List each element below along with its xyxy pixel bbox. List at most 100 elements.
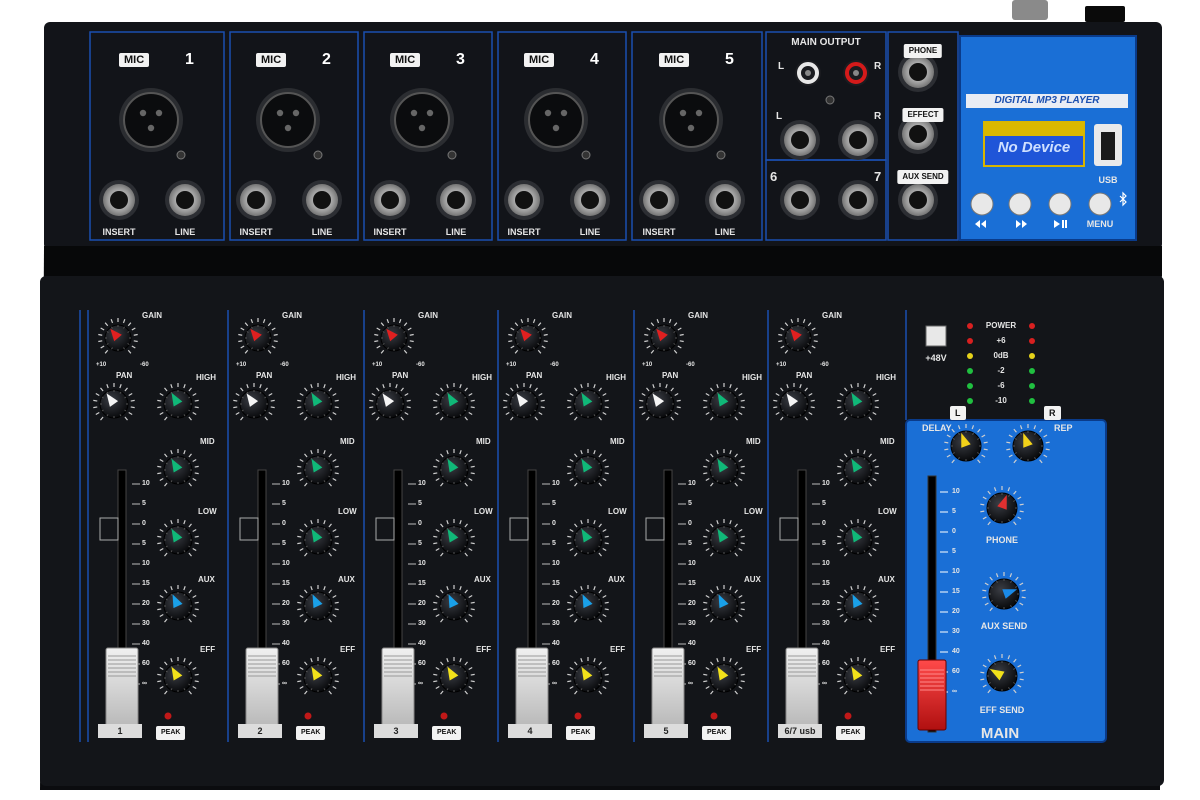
play-pause-button[interactable] (1048, 192, 1072, 216)
main-fader-scale-label: 10 (952, 488, 960, 495)
main-fader-scale-label: ∞ (952, 688, 957, 695)
high-label: HIGH (742, 373, 762, 382)
mid-label: MID (200, 437, 215, 446)
channel-fader[interactable] (245, 647, 279, 729)
fader-scale-label: 15 (418, 580, 426, 587)
main-fader-scale-label: 15 (952, 588, 960, 595)
aux_send-jack[interactable] (898, 180, 938, 220)
insert-label: INSERT (507, 227, 541, 237)
fader-scale-label: 20 (282, 600, 290, 607)
mp3-player-title: DIGITAL MP3 PLAYER (994, 95, 1100, 106)
fader-scale-label: 5 (418, 540, 422, 547)
high-label: HIGH (196, 373, 216, 382)
low-label: LOW (744, 507, 763, 516)
main-fader-scale-label: 5 (952, 548, 956, 555)
level-led (1029, 368, 1035, 374)
channel-fader[interactable] (785, 647, 819, 729)
low-label: LOW (198, 507, 217, 516)
peak-led (304, 712, 312, 720)
insert-jack[interactable] (236, 180, 276, 220)
main-output-jack[interactable] (838, 120, 878, 160)
prev-button[interactable] (970, 192, 994, 216)
aux-label: AUX (474, 575, 491, 584)
fader-scale-label: 5 (142, 540, 146, 547)
rca-left-jack[interactable] (795, 60, 821, 86)
insert-jack[interactable] (99, 180, 139, 220)
delay-label: DELAY (922, 423, 952, 433)
aux-label: AUX (338, 575, 355, 584)
rca-right-jack[interactable] (843, 60, 869, 86)
insert-jack[interactable] (504, 180, 544, 220)
line-label: LINE (174, 227, 196, 237)
fader-scale-label: 10 (282, 480, 290, 487)
phone-volume-label: PHONE (985, 535, 1019, 545)
channel-fader[interactable] (105, 647, 139, 729)
main-output-jack[interactable] (780, 120, 820, 160)
fader-scale-label: 5 (822, 500, 826, 507)
line-jack[interactable] (570, 180, 610, 220)
phone-jack[interactable] (898, 52, 938, 92)
gain-max-label: -60 (686, 362, 695, 368)
fader-channel-label: 6/7 usb (784, 726, 816, 736)
fader-scale-label: 5 (552, 500, 556, 507)
fader-scale-label: 0 (822, 520, 826, 527)
menu-button[interactable] (1088, 192, 1112, 216)
level-led (967, 398, 973, 404)
fader-scale-label: 5 (822, 540, 826, 547)
channel-fader[interactable] (515, 647, 549, 729)
mid-label: MID (340, 437, 355, 446)
level-led (967, 338, 973, 344)
fader-scale-label: 40 (688, 640, 696, 647)
gain-max-label: -60 (280, 362, 289, 368)
fader-scale-label: 5 (552, 540, 556, 547)
mid-label: MID (880, 437, 895, 446)
fader-scale-label: 15 (282, 580, 290, 587)
level-led (967, 383, 973, 389)
peak-label: PEAK (296, 726, 326, 740)
meter-label: -10 (995, 396, 1007, 405)
fader-scale-label: 30 (552, 620, 560, 627)
line-jack[interactable] (302, 180, 342, 220)
level-led (967, 323, 973, 329)
line-jack[interactable] (165, 180, 205, 220)
insert-jack[interactable] (370, 180, 410, 220)
line-jack[interactable] (436, 180, 476, 220)
pan-label: PAN (526, 371, 543, 380)
phantom-power-switch[interactable] (925, 325, 947, 347)
fader-scale-label: 20 (822, 600, 830, 607)
fader-scale-label: 40 (552, 640, 560, 647)
eff-label: EFF (476, 645, 492, 654)
gain-min-label: +10 (506, 362, 517, 368)
fader-scale-label: 20 (142, 600, 150, 607)
aux-send-label: AUX SEND (897, 170, 949, 184)
audio-mixer: MIC 1 INSERT LINE MIC 2 INSERT LINE MIC 3 INSERT LI… (0, 0, 1200, 800)
line-input-jack[interactable] (838, 180, 878, 220)
main-fader-scale-label: 5 (952, 508, 956, 515)
insert-jack[interactable] (639, 180, 679, 220)
main-fader-scale-label: 20 (952, 608, 960, 615)
fader-scale-label: 0 (142, 520, 146, 527)
line-input-jack[interactable] (780, 180, 820, 220)
fader-scale-label: 40 (282, 640, 290, 647)
channel-number: 4 (590, 51, 599, 68)
gain-min-label: +10 (236, 362, 247, 368)
channel-fader[interactable] (651, 647, 685, 729)
line-label: LINE (579, 227, 601, 237)
insert-label: INSERT (642, 227, 676, 237)
next-button[interactable] (1008, 192, 1032, 216)
fader-scale-label: ∞ (282, 680, 287, 687)
mid-label: MID (476, 437, 491, 446)
fader-scale-label: 5 (418, 500, 422, 507)
fader-scale-label: 30 (282, 620, 290, 627)
fader-scale-label: 30 (688, 620, 696, 627)
channel-6-label: 6 (770, 169, 778, 184)
fader-scale-label: 60 (418, 660, 426, 667)
fader-channel-label: 3 (393, 726, 399, 736)
main-fader[interactable] (917, 659, 947, 731)
fader-scale-label: ∞ (142, 680, 147, 687)
gain-label: GAIN (688, 311, 708, 320)
high-label: HIGH (876, 373, 896, 382)
line-jack[interactable] (705, 180, 745, 220)
channel-fader[interactable] (381, 647, 415, 729)
fader-scale-label: 20 (688, 600, 696, 607)
